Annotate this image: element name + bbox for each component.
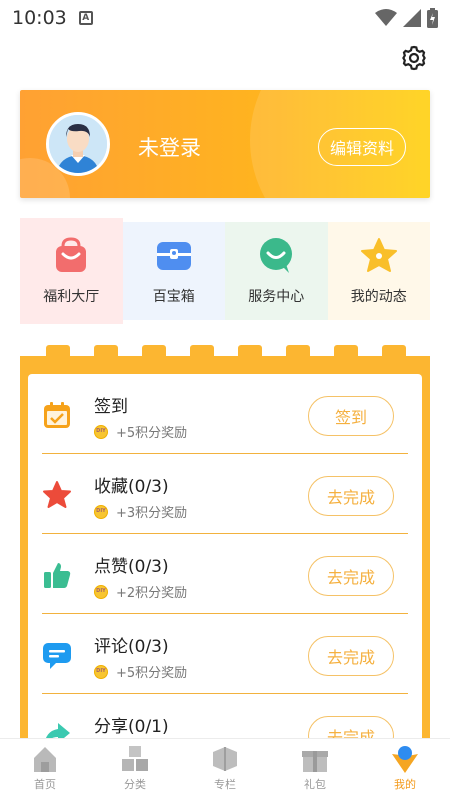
tab-column[interactable]: 专栏 (180, 739, 270, 800)
star-icon (43, 481, 71, 508)
gift-bag-icon (56, 237, 87, 272)
wifi-icon (375, 9, 397, 26)
task-item-checkin: 签到 DIY +5积分奖励 签到 (42, 374, 408, 454)
battery-icon (427, 8, 438, 28)
task-list: 签到 DIY +5积分奖励 签到 收藏(0/3) DIY +3积分奖励 去完成 … (28, 374, 422, 754)
tab-label: 分类 (124, 778, 146, 791)
tab-label: 首页 (34, 778, 56, 791)
status-bar: 10:03 A (0, 0, 450, 36)
go-complete-button[interactable]: 去完成 (308, 476, 394, 516)
task-reward-text: +5积分奖励 (116, 666, 188, 681)
task-item-favorite: 收藏(0/3) DIY +3积分奖励 去完成 (42, 454, 408, 534)
task-title: 点赞(0/3) (94, 557, 169, 577)
tab-label: 专栏 (214, 778, 236, 791)
task-title: 收藏(0/3) (94, 477, 169, 497)
calendar-check-icon (44, 402, 70, 428)
go-complete-button[interactable]: 去完成 (308, 556, 394, 596)
task-reward: DIY +2积分奖励 (94, 582, 187, 601)
column-icon (213, 747, 237, 771)
status-indicators (375, 8, 438, 28)
tab-label: 礼包 (304, 778, 326, 791)
quick-item-label: 服务中心 (248, 289, 305, 305)
chat-bubble-icon (260, 238, 293, 273)
quick-item-label: 我的动态 (350, 289, 407, 305)
avatar[interactable] (46, 112, 110, 176)
quick-item-label: 百宝箱 (152, 289, 195, 305)
avatar-icon (49, 115, 107, 173)
coin-icon: DIY (94, 664, 108, 679)
gear-icon[interactable] (400, 44, 428, 72)
task-title: 分享(0/1) (94, 717, 169, 737)
task-reward: DIY +5积分奖励 (94, 662, 187, 681)
quick-item-label: 福利大厅 (43, 289, 100, 305)
quick-item-service-center[interactable]: 服务中心 (225, 222, 328, 320)
tab-label: 我的 (394, 778, 416, 791)
status-time: 10:03 (12, 7, 67, 29)
gift-icon (302, 751, 328, 772)
task-reward: DIY +5积分奖励 (94, 422, 187, 441)
checkin-button[interactable]: 签到 (308, 396, 394, 436)
task-reward: DIY +3积分奖励 (94, 502, 187, 521)
tab-home[interactable]: 首页 (0, 739, 90, 800)
notification-icon: A (78, 11, 93, 25)
signal-icon (403, 9, 421, 27)
task-reward-text: +5积分奖励 (116, 426, 188, 441)
profile-icon (392, 746, 418, 773)
thumbs-up-icon (44, 563, 71, 588)
tab-category[interactable]: 分类 (90, 739, 180, 800)
username[interactable]: 未登录 (138, 132, 201, 162)
task-item-comment: 评论(0/3) DIY +5积分奖励 去完成 (42, 614, 408, 694)
treasure-box-icon (156, 242, 191, 270)
profile-banner[interactable]: 未登录 编辑资料 (20, 90, 430, 198)
edit-profile-button[interactable]: 编辑资料 (318, 128, 406, 166)
home-icon (34, 747, 56, 772)
coin-icon: DIY (94, 504, 108, 519)
comment-icon (43, 643, 71, 669)
go-complete-button[interactable]: 去完成 (308, 636, 394, 676)
task-reward-text: +3积分奖励 (116, 506, 188, 521)
bottom-tab-bar: 首页 分类 专栏 礼包 我的 (0, 738, 450, 800)
star-icon (360, 238, 397, 272)
category-icon (122, 746, 148, 771)
quick-item-treasure-box[interactable]: 百宝箱 (122, 222, 225, 320)
tab-profile[interactable]: 我的 (360, 739, 450, 800)
coin-icon: DIY (94, 584, 108, 599)
task-title: 评论(0/3) (94, 637, 169, 657)
quick-item-welfare-hall[interactable]: 福利大厅 (20, 218, 123, 324)
tab-gift[interactable]: 礼包 (270, 739, 360, 800)
quick-item-my-activity[interactable]: 我的动态 (327, 222, 430, 320)
task-reward-text: +2积分奖励 (116, 586, 188, 601)
task-title: 签到 (94, 397, 128, 417)
task-item-like: 点赞(0/3) DIY +2积分奖励 去完成 (42, 534, 408, 614)
coin-icon: DIY (94, 424, 108, 439)
quick-actions: 福利大厅 百宝箱 服务中心 我的动态 (20, 218, 430, 324)
